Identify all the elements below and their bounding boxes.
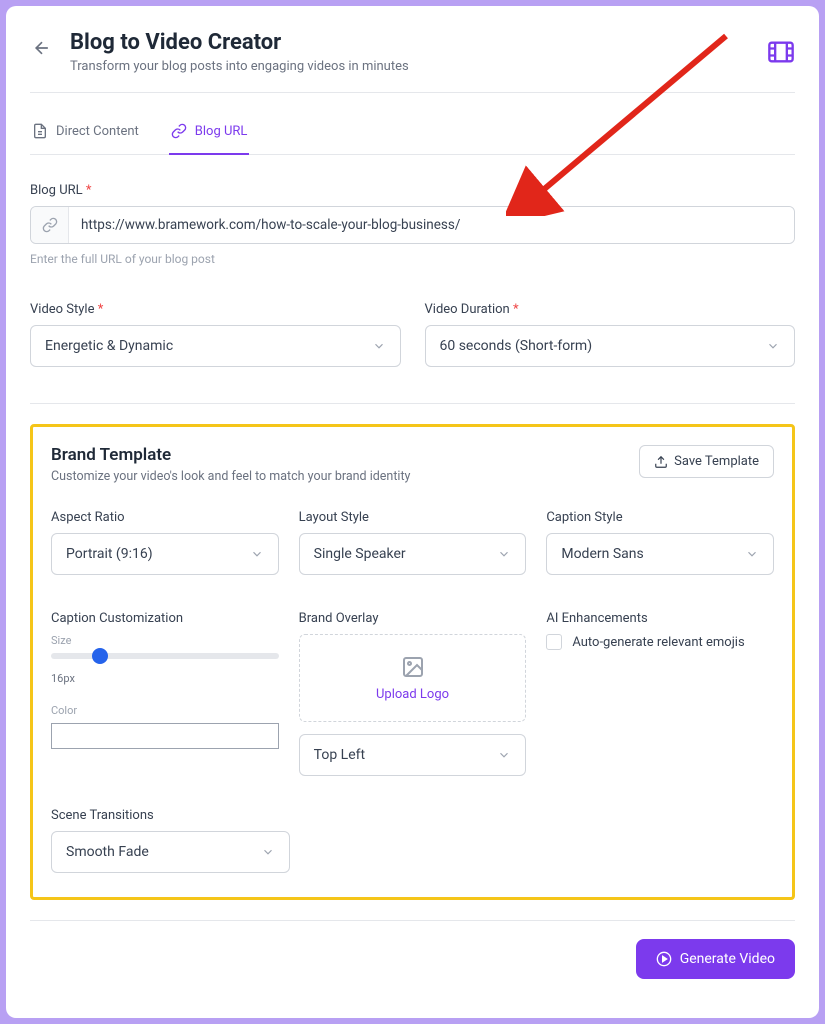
size-label: Size: [51, 634, 279, 647]
save-template-button[interactable]: Save Template: [639, 445, 774, 478]
image-icon: [401, 655, 425, 679]
page-title: Blog to Video Creator: [70, 30, 751, 55]
aspect-ratio-select[interactable]: Portrait (9:16): [51, 533, 279, 575]
video-duration-select[interactable]: 60 seconds (Short-form): [425, 325, 796, 367]
layout-style-select[interactable]: Single Speaker: [299, 533, 527, 575]
emojis-label: Auto-generate relevant emojis: [572, 635, 744, 650]
back-button[interactable]: [30, 36, 54, 60]
layout-style-label: Layout Style: [299, 510, 527, 525]
video-duration-label: Video Duration *: [425, 302, 796, 317]
save-icon: [654, 455, 668, 469]
chevron-down-icon: [745, 547, 759, 561]
chevron-down-icon: [372, 339, 386, 353]
page-subtitle: Transform your blog posts into engaging …: [70, 59, 751, 74]
chevron-down-icon: [261, 845, 275, 859]
caption-style-label: Caption Style: [546, 510, 774, 525]
link-icon: [31, 207, 69, 243]
upload-logo-text: Upload Logo: [376, 687, 449, 702]
brand-overlay-label: Brand Overlay: [299, 611, 527, 626]
tab-direct-content[interactable]: Direct Content: [30, 113, 141, 155]
aspect-ratio-label: Aspect Ratio: [51, 510, 279, 525]
ai-enhancements-label: AI Enhancements: [546, 611, 774, 626]
size-value: 16px: [51, 672, 75, 685]
overlay-position-select[interactable]: Top Left: [299, 734, 527, 776]
scene-transitions-label: Scene Transitions: [51, 808, 774, 823]
link-icon: [171, 123, 187, 139]
blog-url-help: Enter the full URL of your blog post: [30, 252, 795, 266]
chevron-down-icon: [766, 339, 780, 353]
chevron-down-icon: [250, 547, 264, 561]
brand-title: Brand Template: [51, 445, 410, 465]
blog-url-input[interactable]: [69, 207, 794, 243]
caption-style-select[interactable]: Modern Sans: [546, 533, 774, 575]
generate-video-button[interactable]: Generate Video: [636, 939, 795, 979]
document-icon: [32, 123, 48, 139]
slider-thumb[interactable]: [92, 648, 108, 664]
upload-logo-area[interactable]: Upload Logo: [299, 634, 527, 722]
video-style-label: Video Style *: [30, 302, 401, 317]
scene-transitions-select[interactable]: Smooth Fade: [51, 831, 290, 873]
caption-color-picker[interactable]: [51, 723, 279, 749]
video-style-select[interactable]: Energetic & Dynamic: [30, 325, 401, 367]
play-icon: [656, 951, 672, 967]
video-icon: [767, 38, 795, 66]
brand-subtitle: Customize your video's look and feel to …: [51, 469, 410, 484]
tab-blog-url[interactable]: Blog URL: [169, 113, 250, 155]
chevron-down-icon: [497, 547, 511, 561]
caption-size-slider[interactable]: [51, 653, 279, 659]
emojis-checkbox[interactable]: [546, 634, 562, 650]
chevron-down-icon: [497, 748, 511, 762]
color-label: Color: [51, 704, 279, 717]
blog-url-label: Blog URL *: [30, 183, 795, 198]
caption-custom-label: Caption Customization: [51, 611, 279, 626]
brand-template-section: Brand Template Customize your video's lo…: [30, 424, 795, 900]
